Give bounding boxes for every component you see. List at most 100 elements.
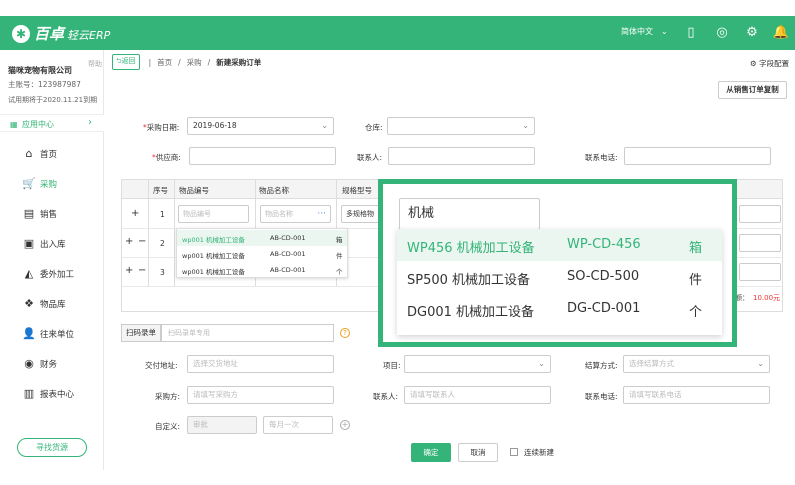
- nav-item-finance[interactable]: ◉ 财务: [0, 349, 104, 379]
- nav-label: 委外加工: [40, 270, 75, 280]
- item-name-input[interactable]: 物品名称 ···: [260, 205, 331, 223]
- nav-item-sales[interactable]: ▤ 销售: [0, 199, 104, 229]
- phone-input[interactable]: [624, 147, 771, 165]
- contact-label: 联系人:: [357, 153, 383, 162]
- nav-item-warehouse[interactable]: ▣ 出入库: [0, 229, 104, 259]
- project-select[interactable]: ⌄: [404, 355, 551, 373]
- phone-label: 联系电话:: [585, 153, 618, 162]
- date-value: 2019-06-18: [193, 121, 237, 130]
- company-name: 猫咪宠物有限公司: [8, 66, 72, 75]
- trial-notice: 试用期将于2020.11.21到期: [8, 96, 98, 104]
- buyer-input[interactable]: 请填写采购方: [187, 386, 334, 404]
- copy-from-sales-button[interactable]: 从销售订单复制: [718, 81, 787, 99]
- date-select[interactable]: 2019-06-18 ⌄: [187, 117, 334, 135]
- contact-input[interactable]: [388, 147, 535, 165]
- supplier-input[interactable]: [189, 147, 336, 165]
- zoom-suggestion-item[interactable]: DG001 机械加工设备 DG-CD-001 个: [397, 293, 722, 325]
- add-row-icon[interactable]: +: [131, 208, 139, 219]
- question-icon[interactable]: ?: [340, 328, 350, 338]
- language-select[interactable]: 简体中文 ⌄: [621, 26, 668, 37]
- suggestion-unit: 件: [336, 252, 343, 260]
- zoom-suggestion-item[interactable]: WP456 机械加工设备 WP-CD-456 箱: [397, 229, 722, 261]
- remove-row-icon[interactable]: −: [138, 265, 146, 276]
- app-center-label: 应用中心: [22, 120, 54, 129]
- custom-label: 自定义:: [155, 422, 181, 431]
- settle-select[interactable]: 选择结算方式 ⌄: [623, 355, 770, 373]
- spec-input[interactable]: 多规格物: [341, 205, 381, 223]
- zoom-search-input[interactable]: 机械: [399, 198, 540, 230]
- mobile-icon[interactable]: ▯: [682, 24, 700, 42]
- scan-input[interactable]: 扫码录单专用: [161, 324, 334, 342]
- total-amount: 额： 10.00元: [735, 293, 780, 303]
- back-label: 返回: [121, 57, 136, 65]
- bell-icon[interactable]: 🔔: [772, 24, 790, 42]
- top-header: ✱ 百卓 轻云ERP 简体中文 ⌄ ▯ ◎ ⚙ 🔔: [0, 16, 795, 50]
- custom-field-monthly[interactable]: 每月一次: [263, 416, 333, 434]
- nav-item-home[interactable]: ⌂ 首页: [0, 139, 104, 169]
- confirm-button[interactable]: 确定: [411, 443, 451, 462]
- total-value: 10.00元: [753, 294, 781, 302]
- nav-item-contacts[interactable]: 👤 往来单位: [0, 319, 104, 349]
- continue-label: 连续新建: [524, 448, 554, 457]
- suggestion-item[interactable]: wp001 机械加工设备 AB-CD-001 箱: [177, 230, 347, 246]
- footer-phone-label: 联系电话:: [585, 392, 618, 401]
- row-input-right[interactable]: [739, 263, 781, 281]
- delivery-select[interactable]: 选择交货地址: [187, 355, 334, 373]
- delivery-label: 交付地址:: [145, 361, 178, 370]
- suggestion-unit: 个: [336, 268, 343, 276]
- suggestion-unit: 箱: [336, 236, 343, 244]
- brand-suffix: 轻云ERP: [67, 29, 111, 42]
- custom-field-approval[interactable]: 审批: [187, 416, 257, 434]
- suggestion-code: AB-CD-001: [270, 266, 306, 274]
- footer-phone-input[interactable]: 请填写联系电话: [623, 386, 770, 404]
- find-source-button[interactable]: 寻找货源: [17, 438, 87, 457]
- total-label: 额：: [735, 294, 749, 302]
- warehouse-label: 仓库:: [365, 123, 383, 132]
- nav-label: 出入库: [40, 240, 66, 250]
- headset-icon[interactable]: ◎: [713, 24, 731, 42]
- breadcrumb-purchase[interactable]: 采购: [187, 57, 202, 68]
- breadcrumb-home[interactable]: 首页: [157, 57, 172, 68]
- report-icon: ▥: [23, 387, 35, 400]
- remove-row-icon[interactable]: −: [138, 236, 146, 247]
- gear-icon[interactable]: ⚙: [743, 24, 761, 42]
- brand-logo[interactable]: ✱ 百卓 轻云ERP: [12, 23, 110, 44]
- scan-entry-button[interactable]: 扫码录单: [121, 324, 161, 342]
- grid-icon: ▦: [10, 120, 18, 129]
- sales-icon: ▤: [23, 207, 35, 220]
- cancel-button[interactable]: 取消: [458, 443, 498, 462]
- nav-item-purchase[interactable]: 🛒 采购: [0, 169, 104, 199]
- nav-item-items[interactable]: ❖ 物品库: [0, 289, 104, 319]
- row-input-right[interactable]: [739, 234, 781, 252]
- footer-contact-input[interactable]: 请填写联系人: [404, 386, 551, 404]
- erp-app: { "brand": {"name": "百卓", "suffix": "轻云E…: [0, 0, 795, 485]
- field-config-button[interactable]: ⚙ 字段配置: [750, 58, 789, 69]
- suggestion-code: AB-CD-001: [270, 250, 306, 258]
- nav-item-outsourcing[interactable]: ◭ 委外加工: [0, 259, 104, 289]
- zoom-suggestion-item[interactable]: SP500 机械加工设备 SO-CD-500 件: [397, 261, 722, 293]
- nav-label: 往来单位: [40, 330, 75, 340]
- suggestion-item[interactable]: wp001 机械加工设备 AB-CD-001 个: [177, 262, 347, 278]
- suggestion-item[interactable]: wp001 机械加工设备 AB-CD-001 件: [177, 246, 347, 262]
- help-icon[interactable]: 帮助: [88, 59, 102, 69]
- row-input-right[interactable]: [739, 205, 781, 223]
- zoom-unit: 件: [689, 273, 703, 288]
- project-label: 项目:: [383, 361, 401, 370]
- continue-checkbox[interactable]: [510, 448, 518, 456]
- more-icon[interactable]: ···: [317, 206, 326, 222]
- item-code-input[interactable]: 物品编号: [178, 205, 249, 223]
- chevron-down-icon: ⌄: [757, 359, 764, 368]
- suggestion-desc: wp001 机械加工设备: [182, 252, 245, 260]
- home-icon: ⌂: [25, 147, 33, 160]
- item-suggestion-dropdown: wp001 机械加工设备 AB-CD-001 箱 wp001 机械加工设备 AB-CD…: [176, 228, 348, 278]
- warehouse-select[interactable]: ⌄: [387, 117, 535, 135]
- app-center[interactable]: ▦ 应用中心 ›: [0, 114, 104, 132]
- back-button[interactable]: ⮌返回: [112, 54, 140, 70]
- nav-item-report[interactable]: ▥ 报表中心: [0, 379, 104, 409]
- brand-mark-icon: ✱: [12, 24, 30, 43]
- settle-label: 结算方式:: [585, 361, 618, 370]
- brand-name: 百卓: [34, 25, 65, 43]
- add-row-icon[interactable]: +: [125, 265, 133, 276]
- add-custom-icon[interactable]: +: [340, 420, 350, 430]
- add-row-icon[interactable]: +: [125, 236, 133, 247]
